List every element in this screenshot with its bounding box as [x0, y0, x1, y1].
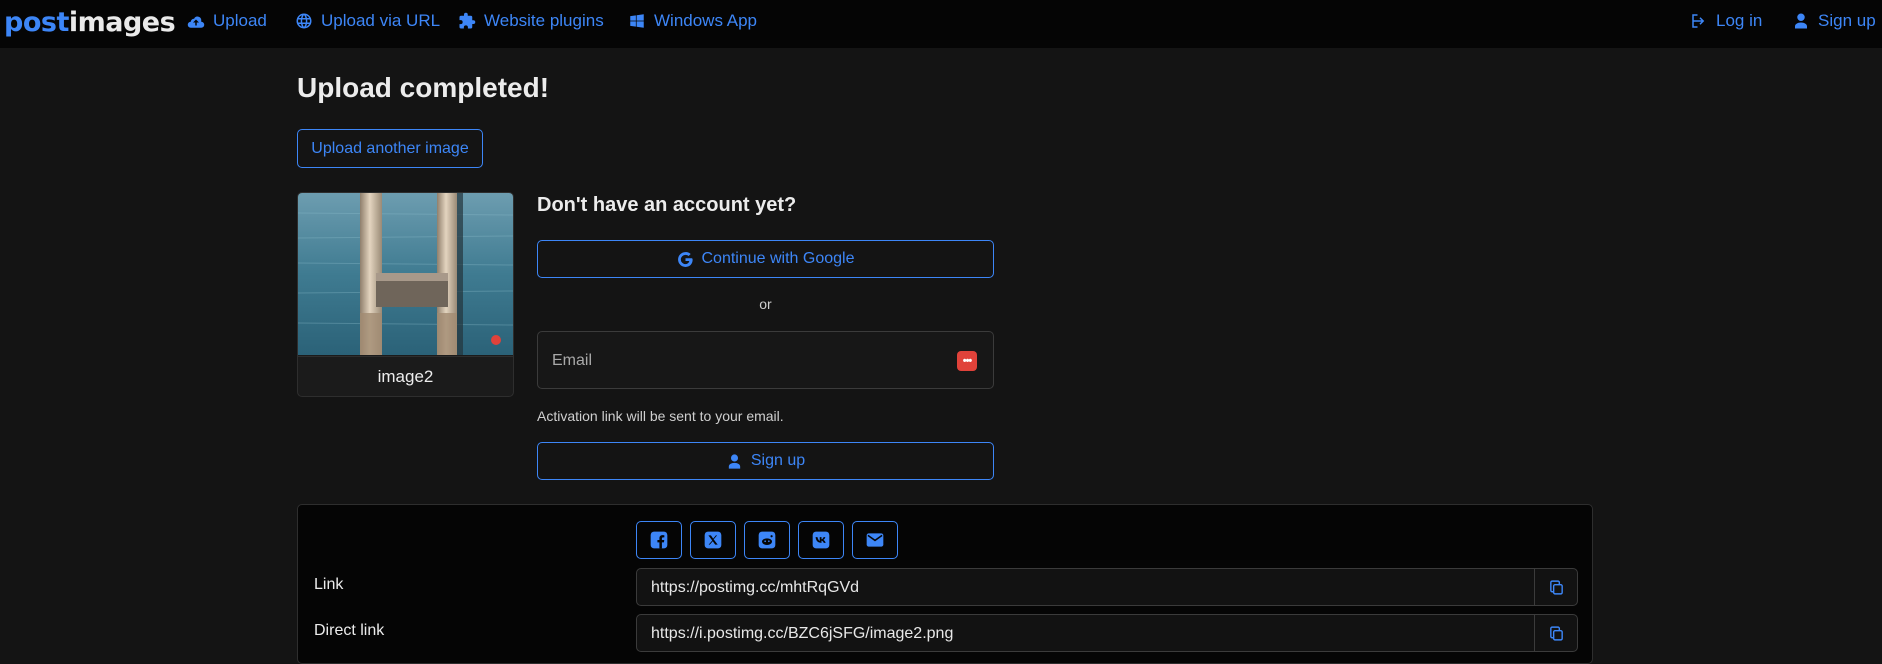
activation-note: Activation link will be sent to your ema… — [537, 408, 784, 424]
nav-website-plugins-label: Website plugins — [484, 11, 604, 30]
or-divider: or — [759, 296, 772, 312]
signup-button-label: Sign up — [750, 452, 806, 469]
image-thumbnail[interactable] — [298, 193, 513, 355]
vk-icon — [812, 531, 830, 549]
reddit-icon — [758, 531, 776, 549]
nav-upload[interactable]: Upload — [187, 0, 267, 42]
nav-login[interactable]: Log in — [1690, 0, 1762, 42]
copy-icon — [1549, 579, 1563, 595]
brand-logo-part1: post — [4, 7, 69, 38]
brand-logo-part2: images — [68, 7, 176, 38]
share-vk-button[interactable] — [798, 521, 844, 559]
nav-website-plugins[interactable]: Website plugins — [458, 0, 604, 42]
email-field-wrapper[interactable]: ••• — [537, 331, 994, 390]
link-field[interactable] — [649, 569, 1533, 605]
brand-logo[interactable]: postimages — [4, 7, 176, 38]
sign-in-icon — [1692, 14, 1705, 28]
password-manager-icon[interactable]: ••• — [957, 351, 977, 371]
share-email-button[interactable] — [852, 521, 898, 559]
signup-button[interactable]: Sign up — [537, 442, 994, 480]
copy-icon — [1549, 625, 1563, 641]
share-x-button[interactable] — [690, 521, 736, 559]
share-reddit-button[interactable] — [744, 521, 790, 559]
facebook-icon — [650, 531, 668, 549]
google-icon — [677, 251, 693, 267]
nav-upload-url-label: Upload via URL — [321, 11, 441, 30]
page-title: Upload completed! — [297, 72, 550, 103]
nav-upload-url[interactable]: Upload via URL — [295, 0, 440, 42]
email-field[interactable] — [550, 332, 934, 390]
user-icon — [728, 453, 741, 469]
direct-link-field-wrapper — [636, 614, 1578, 652]
continue-with-google-button[interactable]: Continue with Google — [537, 240, 994, 278]
link-field-wrapper — [636, 568, 1578, 606]
nav-signup[interactable]: Sign up — [1792, 0, 1876, 42]
link-label: Link — [314, 576, 344, 593]
puzzle-icon — [459, 12, 476, 29]
share-links-panel: Link Direct link — [297, 504, 1593, 664]
envelope-icon — [866, 533, 884, 547]
cloud-upload-icon — [187, 16, 205, 28]
copy-link-button[interactable] — [1534, 569, 1577, 605]
globe-icon — [296, 13, 312, 29]
nav-login-label: Log in — [1716, 11, 1763, 30]
continue-with-google-label: Continue with Google — [701, 250, 855, 267]
copy-direct-link-button[interactable] — [1534, 615, 1577, 651]
x-twitter-icon — [704, 531, 722, 549]
windows-icon — [630, 14, 644, 28]
direct-link-label: Direct link — [314, 622, 385, 639]
share-facebook-button[interactable] — [636, 521, 682, 559]
user-icon — [1795, 13, 1807, 29]
navbar: postimages Upload Upload via URL Website… — [0, 0, 1882, 48]
nav-signup-label: Sign up — [1818, 11, 1876, 30]
upload-another-button[interactable]: Upload another image — [297, 129, 483, 168]
nav-windows-app-label: Windows App — [654, 11, 757, 30]
image-name: image2 — [298, 356, 513, 396]
nav-upload-label: Upload — [213, 11, 267, 30]
direct-link-field[interactable] — [649, 615, 1533, 651]
account-heading: Don't have an account yet? — [537, 194, 797, 216]
nav-windows-app[interactable]: Windows App — [628, 0, 757, 42]
image-card[interactable]: image2 — [297, 192, 514, 397]
